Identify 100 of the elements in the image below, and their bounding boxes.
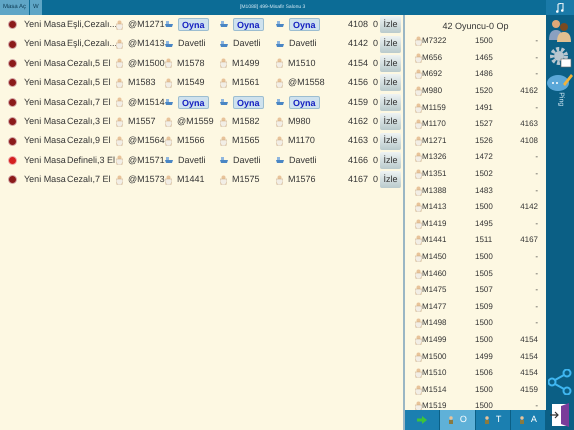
- player-name: M1578: [177, 56, 205, 70]
- player-name: M1413: [422, 201, 446, 214]
- spectator-count: 0: [372, 154, 378, 167]
- person-icon: [415, 318, 422, 328]
- invited-label: Davetli: [233, 154, 261, 167]
- share-icon[interactable]: [548, 369, 572, 395]
- person-icon: [116, 58, 123, 68]
- spectator-count: 0: [372, 18, 378, 31]
- player-rating: 1500: [475, 400, 494, 410]
- person-icon: [415, 52, 422, 63]
- person-icon: [415, 69, 422, 80]
- table-name: Yeni Masa: [24, 96, 67, 108]
- person-icon: [220, 116, 227, 127]
- table-id: 4154: [346, 56, 369, 70]
- play-button[interactable]: Oyna: [233, 96, 264, 109]
- player-name: @M1573: [128, 173, 165, 186]
- person-icon: [415, 169, 422, 180]
- table-id: 4162: [346, 114, 369, 128]
- play-button[interactable]: Oyna: [289, 18, 320, 32]
- person-icon: [415, 352, 422, 362]
- watch-button[interactable]: İzle: [380, 152, 401, 169]
- chair-icon: [165, 40, 173, 48]
- player-table: -: [503, 284, 538, 296]
- person-icon: [220, 136, 227, 146]
- table-id: 4167: [346, 173, 369, 186]
- person-icon: [415, 202, 422, 212]
- player-table: 4154: [503, 350, 538, 363]
- player-name: M1419: [422, 218, 446, 230]
- spectator-count: 0: [372, 37, 378, 50]
- player-table: -: [503, 218, 538, 230]
- music-icon[interactable]: [556, 2, 564, 12]
- watch-button[interactable]: İzle: [380, 171, 401, 188]
- watch-button[interactable]: İzle: [380, 54, 401, 72]
- chat-pencil-icon[interactable]: [547, 72, 573, 92]
- player-name: M7322: [422, 35, 446, 48]
- player-name: M656: [422, 52, 442, 64]
- player-name: @M1558: [288, 76, 325, 90]
- exit-door-icon[interactable]: [549, 403, 571, 427]
- table-name: Yeni Masa: [24, 76, 67, 90]
- table-id: 4156: [346, 76, 369, 90]
- watch-button[interactable]: İzle: [380, 36, 401, 53]
- player-table: -: [503, 184, 538, 197]
- player-rating: 1527: [475, 118, 494, 130]
- chair-icon: [220, 40, 228, 48]
- player-table: -: [503, 102, 538, 114]
- player-name: @M1559: [177, 114, 214, 128]
- person-icon: [415, 186, 422, 196]
- player-name: @M1271: [128, 18, 165, 31]
- play-button[interactable]: Oyna: [178, 18, 209, 32]
- player-rating: 1472: [475, 151, 494, 164]
- player-name: M1510: [422, 367, 446, 380]
- table-name: Yeni Masa: [24, 134, 67, 148]
- table-id: 4108: [346, 18, 369, 31]
- gear-icon[interactable]: [548, 45, 572, 69]
- player-name: M1561: [232, 76, 260, 90]
- watch-button[interactable]: İzle: [380, 16, 401, 34]
- person-icon: [116, 116, 123, 127]
- person-icon: [276, 136, 283, 146]
- person-icon: [116, 78, 123, 88]
- table-name: Yeni Masa: [24, 173, 67, 186]
- play-button[interactable]: Oyna: [233, 18, 264, 32]
- person-icon: [415, 268, 422, 279]
- player-table: -: [503, 400, 538, 410]
- table-type: Cezalı,7 El: [67, 173, 112, 186]
- player-name: @M1564: [128, 134, 165, 148]
- play-button[interactable]: Oyna: [289, 96, 320, 109]
- person-icon: [165, 136, 172, 146]
- player-table: -: [503, 168, 538, 180]
- table-type: Cezalı,3 El: [67, 114, 112, 128]
- player-name: M1514: [422, 384, 446, 396]
- chair-icon: [276, 21, 284, 28]
- player-table: -: [503, 151, 538, 164]
- chair-icon: [165, 156, 173, 164]
- player-name: M1477: [422, 300, 446, 313]
- player-name: M1499: [232, 56, 260, 70]
- player-rating: 1509: [475, 300, 494, 313]
- player-name: M1510: [288, 56, 316, 70]
- spectator-count: 0: [372, 114, 378, 128]
- table-id: 4142: [346, 37, 369, 50]
- person-icon: [165, 78, 172, 88]
- table-type: Eşli,Cezalı...: [67, 18, 116, 31]
- table-type: Eşli,Cezalı...: [67, 37, 116, 50]
- watch-button[interactable]: İzle: [380, 74, 401, 92]
- watch-button[interactable]: İzle: [380, 113, 401, 130]
- person-icon: [415, 102, 422, 113]
- spectator-count: 0: [372, 76, 378, 90]
- table-id: 4159: [346, 96, 369, 108]
- person-icon: [415, 384, 422, 395]
- player-rating: 1507: [475, 284, 494, 296]
- player-name: M980: [288, 114, 311, 128]
- player-name: M1566: [177, 134, 205, 148]
- player-name: M1475: [422, 284, 446, 296]
- player-table: 4167: [503, 234, 538, 246]
- player-name: @M1514: [128, 96, 165, 108]
- play-button[interactable]: Oyna: [178, 96, 209, 109]
- watch-button[interactable]: İzle: [380, 94, 401, 111]
- player-table: -: [503, 268, 538, 280]
- person-icon: [415, 136, 422, 146]
- watch-button[interactable]: İzle: [380, 132, 401, 150]
- player-name: M692: [422, 68, 442, 80]
